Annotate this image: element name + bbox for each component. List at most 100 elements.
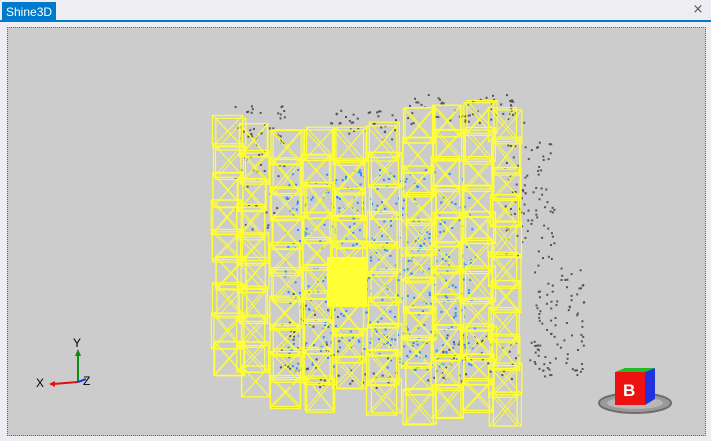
cloud-point xyxy=(522,212,525,215)
cloud-point xyxy=(524,176,527,179)
cloud-point xyxy=(505,162,508,164)
target-point xyxy=(468,363,471,366)
target-point xyxy=(324,324,327,327)
cloud-point xyxy=(566,286,568,289)
target-point xyxy=(418,351,421,354)
cloud-point xyxy=(427,379,430,382)
cloud-point xyxy=(542,257,544,260)
cloud-point xyxy=(567,309,570,312)
cloud-point xyxy=(414,97,416,100)
target-point xyxy=(296,202,299,205)
target-point xyxy=(443,221,446,224)
cloud-point xyxy=(356,117,359,120)
cloud-point xyxy=(531,219,534,222)
cloud-point xyxy=(258,153,261,156)
cloud-point xyxy=(581,284,584,287)
target-point xyxy=(385,242,388,244)
camera-frame xyxy=(432,383,462,419)
cloud-point xyxy=(515,183,518,186)
target-point xyxy=(287,245,290,248)
cloud-point xyxy=(530,149,533,152)
target-point xyxy=(327,356,329,359)
cloud-point xyxy=(549,361,552,364)
cloud-point xyxy=(556,343,559,346)
camera-frame xyxy=(403,306,435,341)
target-point xyxy=(305,227,308,230)
3d-viewport[interactable]: Y X Z B xyxy=(9,29,704,434)
cloud-point xyxy=(325,343,328,346)
target-point xyxy=(381,298,384,301)
cloud-point xyxy=(524,146,527,149)
cloud-point xyxy=(549,210,552,213)
3d-scene[interactable]: Y X Z B xyxy=(9,29,704,434)
target-point xyxy=(406,268,409,271)
cloud-point xyxy=(540,187,543,190)
z-axis-label: Z xyxy=(83,374,90,388)
target-point xyxy=(326,173,329,176)
target-point xyxy=(454,307,457,310)
view-cube[interactable]: B xyxy=(598,368,672,414)
cloud-point xyxy=(538,141,541,144)
cloud-point xyxy=(564,279,567,281)
target-point xyxy=(412,342,415,344)
cloud-point xyxy=(272,127,275,130)
cloud-point xyxy=(263,170,266,172)
cloud-point xyxy=(563,339,566,342)
target-point xyxy=(389,254,392,257)
cloud-point xyxy=(504,205,507,208)
cloud-point xyxy=(536,216,539,219)
target-point xyxy=(464,346,467,349)
target-point xyxy=(359,169,362,172)
target-point xyxy=(360,172,362,175)
cloud-point xyxy=(352,113,355,116)
cloud-point xyxy=(538,319,541,322)
cloud-point xyxy=(533,361,536,363)
cloud-point xyxy=(478,121,481,124)
camera-frame xyxy=(335,216,367,250)
cloud-point xyxy=(283,165,286,168)
cloud-point xyxy=(579,370,582,373)
cloud-point xyxy=(566,353,569,356)
target-point xyxy=(327,309,330,312)
tab-shine3d[interactable]: Shine3D xyxy=(2,2,57,22)
cloud-point xyxy=(577,349,579,351)
cloud-point xyxy=(289,335,292,338)
target-point xyxy=(384,248,387,251)
cloud-point xyxy=(349,382,352,385)
cloud-point xyxy=(538,367,541,370)
target-point xyxy=(339,346,342,349)
cloud-point xyxy=(509,100,512,102)
cloud-point xyxy=(551,206,554,209)
tab-strip: Shine3D × xyxy=(0,0,711,22)
target-point xyxy=(380,235,383,238)
cloud-point xyxy=(526,174,529,177)
close-icon[interactable]: × xyxy=(691,3,705,17)
cloud-point xyxy=(246,111,249,114)
cloud-point xyxy=(279,117,282,120)
cloud-point xyxy=(487,362,490,365)
target-point xyxy=(406,294,409,297)
cloud-point xyxy=(279,366,282,369)
target-point xyxy=(297,229,299,231)
cloud-point xyxy=(544,375,547,378)
cloud-point xyxy=(580,340,583,343)
cloud-point xyxy=(571,368,574,371)
camera-frame xyxy=(303,348,333,386)
cloud-point xyxy=(448,348,451,351)
cloud-point xyxy=(547,255,550,258)
cloud-point xyxy=(544,356,547,358)
center-cluster xyxy=(327,257,367,307)
target-point xyxy=(468,197,471,199)
target-point xyxy=(384,328,387,331)
cloud-point xyxy=(512,156,515,159)
target-point xyxy=(355,243,358,246)
target-point xyxy=(422,310,424,313)
cloud-point xyxy=(234,106,237,108)
cloud-point xyxy=(582,335,585,338)
target-point xyxy=(387,178,390,180)
cloud-point xyxy=(546,293,549,296)
cloud-point xyxy=(559,346,562,349)
cloud-point xyxy=(549,152,552,155)
view-cube-side-face[interactable] xyxy=(645,368,655,405)
cloud-point xyxy=(533,340,536,343)
